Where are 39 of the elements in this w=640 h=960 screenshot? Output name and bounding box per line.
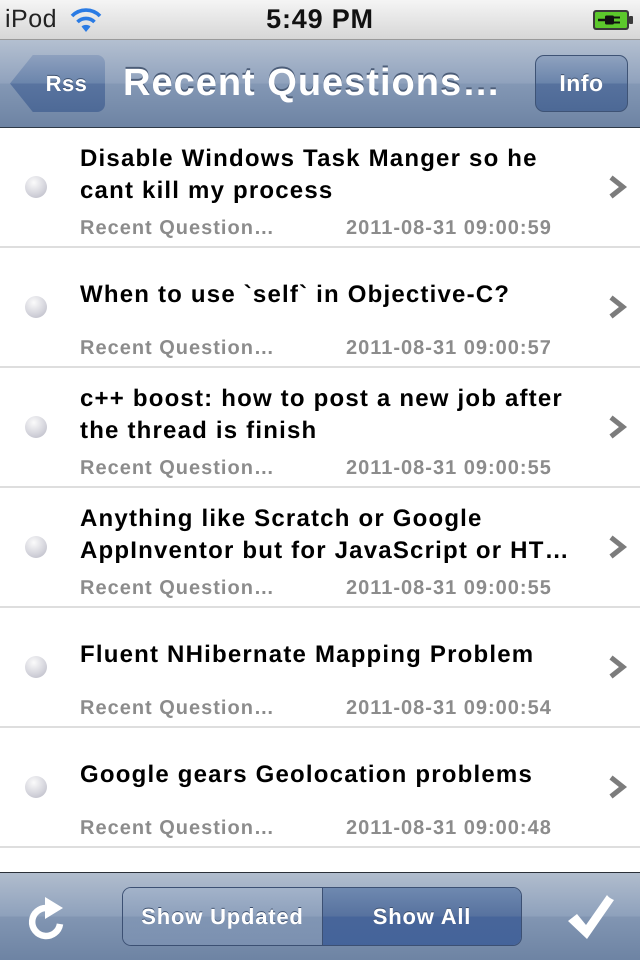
chevron-right-icon	[608, 295, 628, 319]
chevron-right-icon	[608, 775, 628, 799]
back-button[interactable]: Rss	[10, 55, 105, 112]
feed-name: Recent Question…	[80, 336, 276, 360]
wifi-icon	[69, 6, 104, 32]
chevron-right-icon	[608, 175, 628, 199]
question-title: When to use `self` in Objective-C?	[80, 280, 510, 310]
checkmark-icon[interactable]	[567, 894, 615, 940]
feed-name: Recent Question…	[80, 456, 276, 480]
question-row[interactable]: Google gears Geolocation problems Recent Question… 2011-08-31 09:00:48	[0, 728, 640, 848]
question-row[interactable]: When to use `self` in Objective-C? Recent Question… 2011-08-31 09:00:57	[0, 248, 640, 368]
post-date: 2011-08-31 09:00:55	[346, 456, 552, 480]
carrier-name: iPod	[5, 5, 58, 34]
chevron-right-icon	[608, 415, 628, 439]
filter-segment[interactable]: Show All	[322, 888, 521, 945]
battery-charging-icon	[592, 8, 634, 30]
question-row[interactable]: Anything like Scratch or Google AppInventor but for JavaScript or HT… Recent Question… 2011-08-31 09:00:55	[0, 488, 640, 608]
question-row[interactable]: Disable Windows Task Manger so he cant kill my process Recent Question… 2011-08-31 09:00:59	[0, 128, 640, 248]
question-title: Anything like Scratch or Google AppInventor but for JavaScript or HT…	[80, 504, 571, 566]
chevron-right-icon	[608, 655, 628, 679]
info-button[interactable]: Info	[535, 55, 628, 112]
question-row[interactable]: Fluent NHibernate Mapping Problem Recent Question… 2011-08-31 09:00:54	[0, 608, 640, 728]
feed-name: Recent Question…	[80, 216, 276, 240]
clock-time: 5:49 PM	[266, 4, 374, 35]
post-date: 2011-08-31 09:00:57	[346, 336, 552, 360]
question-title: Fluent NHibernate Mapping Problem	[80, 640, 534, 670]
feed-name: Recent Question…	[80, 816, 276, 840]
question-title: c++ boost: how to post a new job after the thread is finish	[80, 384, 564, 446]
feed-name: Recent Question…	[80, 576, 276, 600]
post-date: 2011-08-31 09:00:48	[346, 816, 552, 840]
question-title: Disable Windows Task Manger so he cant kill my process	[80, 144, 539, 206]
post-date: 2011-08-31 09:00:59	[346, 216, 552, 240]
post-date: 2011-08-31 09:00:54	[346, 696, 552, 720]
screen-title: Recent Questions…	[122, 62, 502, 105]
feed-name: Recent Question…	[80, 696, 276, 720]
question-title: Google gears Geolocation problems	[80, 760, 534, 790]
post-date: 2011-08-31 09:00:55	[346, 576, 552, 600]
chevron-right-icon	[608, 535, 628, 559]
question-row[interactable]: c++ boost: how to post a new job after the thread is finish Recent Question… 2011-08-31 09:00:55	[0, 368, 640, 488]
